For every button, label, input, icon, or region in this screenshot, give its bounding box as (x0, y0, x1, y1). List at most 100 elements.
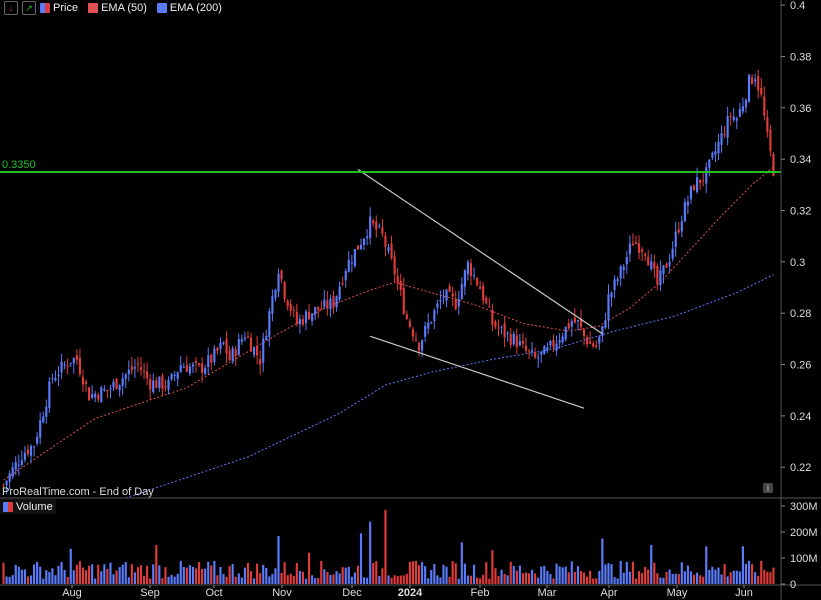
volume-bar (359, 533, 363, 584)
source-label: ProRealTime.com - End of Day (2, 486, 154, 498)
volume-bar (757, 575, 760, 584)
volume-bar (118, 567, 121, 584)
volume-bar (448, 576, 451, 584)
candle-body (158, 376, 161, 388)
volume-bar (201, 568, 204, 584)
candle-body (23, 453, 26, 460)
volume-bar (63, 569, 66, 584)
volume-bar (176, 573, 179, 584)
volume-bar (375, 561, 378, 584)
candle-body (179, 365, 182, 372)
volume-bar (579, 571, 583, 584)
volume-bar (631, 561, 634, 584)
volume-bar (601, 538, 604, 584)
support-line-label: 0.3350 (2, 159, 36, 171)
volume-bar (552, 578, 555, 584)
volume-bar (427, 578, 430, 584)
candle-body (369, 216, 372, 238)
candle-body (317, 306, 320, 311)
candle-body (659, 270, 662, 285)
candle-body (26, 449, 30, 455)
volume-bar (185, 567, 188, 584)
volume-bar (491, 550, 494, 584)
volume-bar (540, 566, 543, 584)
volume-bar (729, 572, 732, 584)
candle-body (769, 129, 772, 151)
candle-body (399, 280, 402, 291)
candle-body (375, 221, 378, 230)
volume-bar (353, 572, 356, 584)
volume-bar (399, 575, 402, 584)
y-tick-label: 0.26 (790, 360, 811, 372)
legend-price[interactable]: Price (40, 2, 78, 14)
candle-body (271, 296, 274, 314)
volume-bar (243, 567, 246, 584)
volume-bar (433, 563, 436, 584)
volume-bar (283, 562, 286, 584)
candle-body (359, 244, 363, 250)
candle-body (185, 365, 188, 372)
volume-bar (610, 564, 613, 584)
price-chart[interactable]: 0.33500.3362 0.40.380.360.340.320.30.280… (0, 0, 821, 600)
candle-body (751, 77, 754, 85)
candle-body (231, 348, 234, 362)
candle-body (277, 273, 280, 292)
info-icon[interactable]: i (763, 483, 773, 493)
volume-bar (100, 571, 103, 584)
volume-bar (732, 570, 735, 584)
volume-bar (338, 573, 341, 584)
volume-legend[interactable]: Volume (0, 499, 56, 514)
volume-bar (537, 577, 540, 584)
candle-body (699, 179, 702, 183)
volume-bar (42, 578, 45, 584)
volume-bar (616, 578, 619, 584)
volume-bar (582, 572, 586, 584)
candle-body (491, 310, 494, 325)
volume-swatch-icon (3, 501, 13, 512)
volume-bar (286, 575, 289, 584)
volume-bar (641, 573, 644, 584)
candle-body (460, 284, 463, 299)
candle-body (644, 254, 647, 256)
legend-ema200[interactable]: EMA (200) (156, 2, 222, 14)
x-tick-label: Jun (735, 587, 753, 599)
volume-bar (344, 567, 347, 584)
candle-body (378, 225, 381, 227)
volume-bar (402, 575, 405, 584)
vol-tick-label: 200M (790, 527, 818, 539)
volume-bar (561, 567, 564, 584)
candle-body (720, 133, 723, 145)
candle-body (757, 75, 760, 91)
candle-body (17, 464, 20, 466)
legend-ema200-label: EMA (200) (169, 2, 222, 14)
volume-bar (228, 566, 231, 584)
candle-body (442, 296, 445, 298)
candle-body (353, 249, 356, 267)
candle-body (531, 350, 534, 352)
candle-body (537, 357, 540, 359)
close-chart-icon[interactable]: ↓ (4, 1, 18, 15)
candle-body (97, 394, 100, 400)
candle-body (216, 347, 219, 351)
candle-body (683, 201, 686, 222)
candle-body (430, 322, 433, 324)
volume-bar (543, 565, 546, 584)
candle-body (592, 343, 595, 347)
candle-body (634, 242, 638, 244)
candle-body (396, 276, 399, 283)
volume-bar (772, 567, 775, 584)
volume-bar (726, 576, 729, 584)
ema50-swatch-icon (88, 3, 99, 13)
volume-bar (133, 572, 136, 584)
candle-body (75, 355, 78, 361)
candle-body (589, 341, 592, 344)
candle-body (692, 185, 696, 191)
volume-bar (439, 577, 442, 584)
candle-body (228, 350, 231, 361)
candle-body (509, 334, 512, 345)
candle-body (356, 245, 360, 250)
legend-ema50[interactable]: EMA (50) (88, 2, 147, 14)
expand-chart-icon[interactable]: ↗ (22, 1, 36, 15)
candle-body (512, 333, 515, 345)
volume-bar (219, 566, 222, 584)
